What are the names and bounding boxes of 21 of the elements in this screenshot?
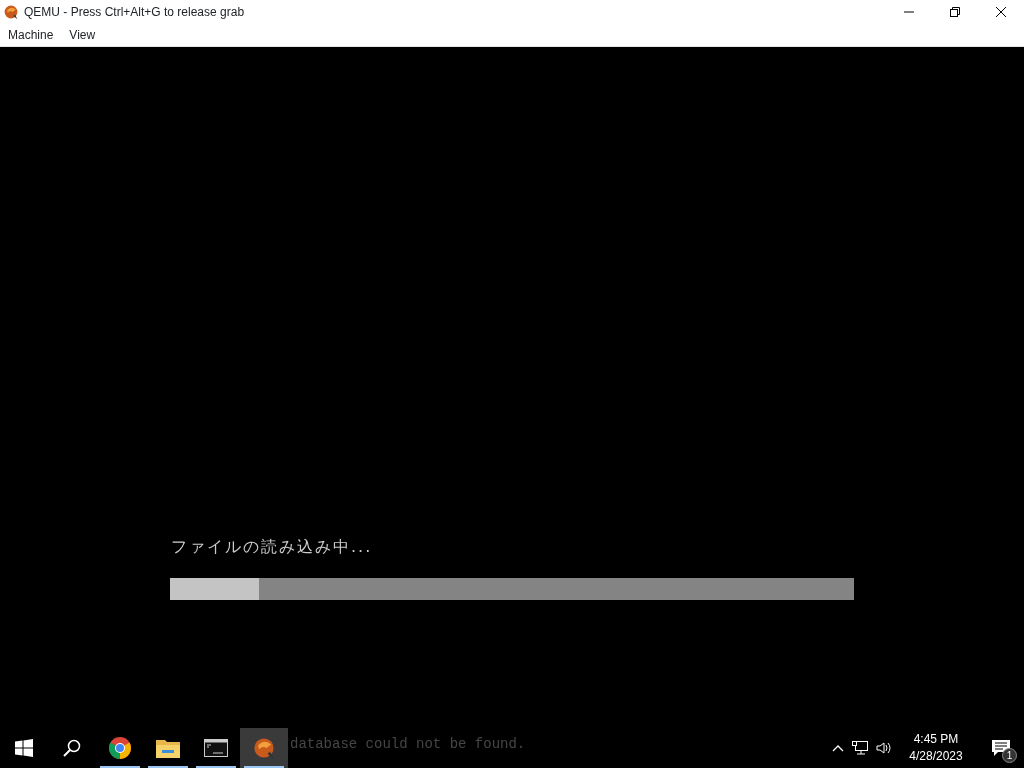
console-text: database could not be found. bbox=[290, 735, 526, 754]
network-icon[interactable] bbox=[852, 741, 868, 755]
taskbar-button[interactable] bbox=[240, 728, 288, 768]
windows-logo-icon bbox=[15, 739, 33, 757]
browser-icon bbox=[108, 736, 132, 760]
window-title: QEMU - Press Ctrl+Alt+G to release grab bbox=[24, 4, 246, 21]
loading-message: ファイルの読み込み中... bbox=[171, 536, 373, 558]
app-icon bbox=[3, 4, 19, 20]
folder-icon bbox=[156, 738, 180, 758]
menu-item[interactable]: Machine bbox=[0, 26, 62, 44]
terminal-icon bbox=[204, 739, 228, 757]
notification-button[interactable]: 1 bbox=[980, 728, 1024, 768]
clock[interactable]: 4:45 PM 4/28/2023 bbox=[900, 730, 972, 766]
menu-item[interactable]: View bbox=[61, 26, 104, 44]
search-icon bbox=[63, 739, 81, 757]
restore-icon bbox=[950, 7, 960, 17]
speaker-icon[interactable] bbox=[876, 741, 892, 755]
close-icon bbox=[996, 7, 1006, 17]
chevron-up-icon[interactable] bbox=[832, 744, 844, 752]
notification-count: 1 bbox=[1002, 748, 1017, 763]
app-icon bbox=[252, 736, 276, 760]
